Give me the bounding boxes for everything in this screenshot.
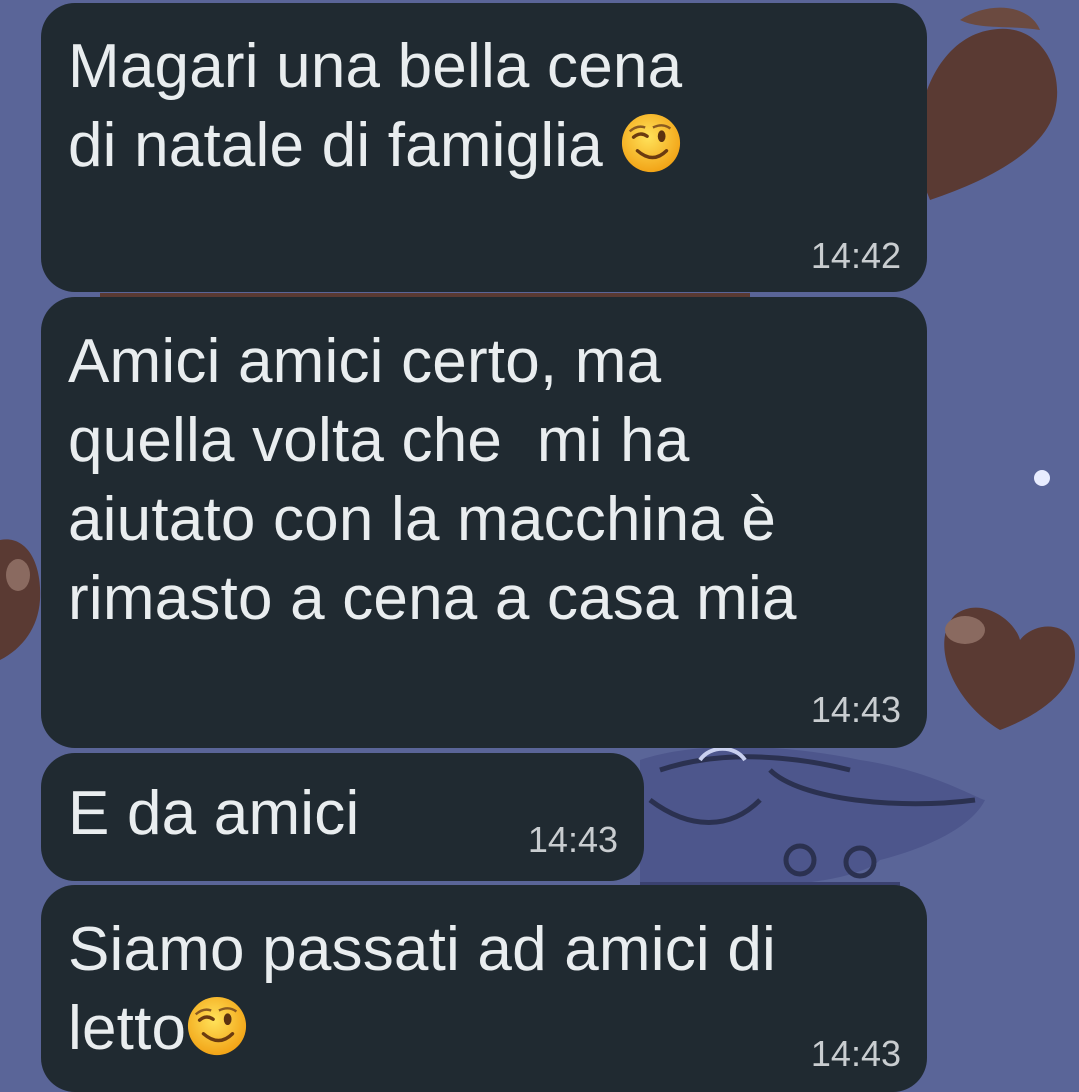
message-timestamp: 14:42: [810, 235, 901, 276]
message-text: Siamo passati ad amici di letto: [68, 915, 776, 1063]
message-bubble[interactable]: E da amici 14:43: [41, 753, 644, 881]
message-timestamp: 14:43: [810, 1033, 901, 1074]
message-bubble[interactable]: Magari una bella cena di natale di famig…: [41, 3, 927, 292]
message-text: Magari una bella cena di natale di famig…: [68, 32, 683, 180]
star-decoration: [1034, 470, 1050, 486]
winking-face-emoji-icon: [620, 112, 682, 174]
message-text: Amici amici certo, ma quella volta che m…: [68, 327, 797, 633]
message-text: E da amici: [68, 779, 360, 848]
message-bubble[interactable]: Siamo passati ad amici di letto 14:43: [41, 885, 927, 1092]
message-timestamp: 14:43: [810, 689, 901, 730]
message-timestamp: 14:43: [527, 819, 618, 860]
winking-face-emoji-icon: [186, 995, 248, 1057]
message-bubble[interactable]: Amici amici certo, ma quella volta che m…: [41, 297, 927, 748]
